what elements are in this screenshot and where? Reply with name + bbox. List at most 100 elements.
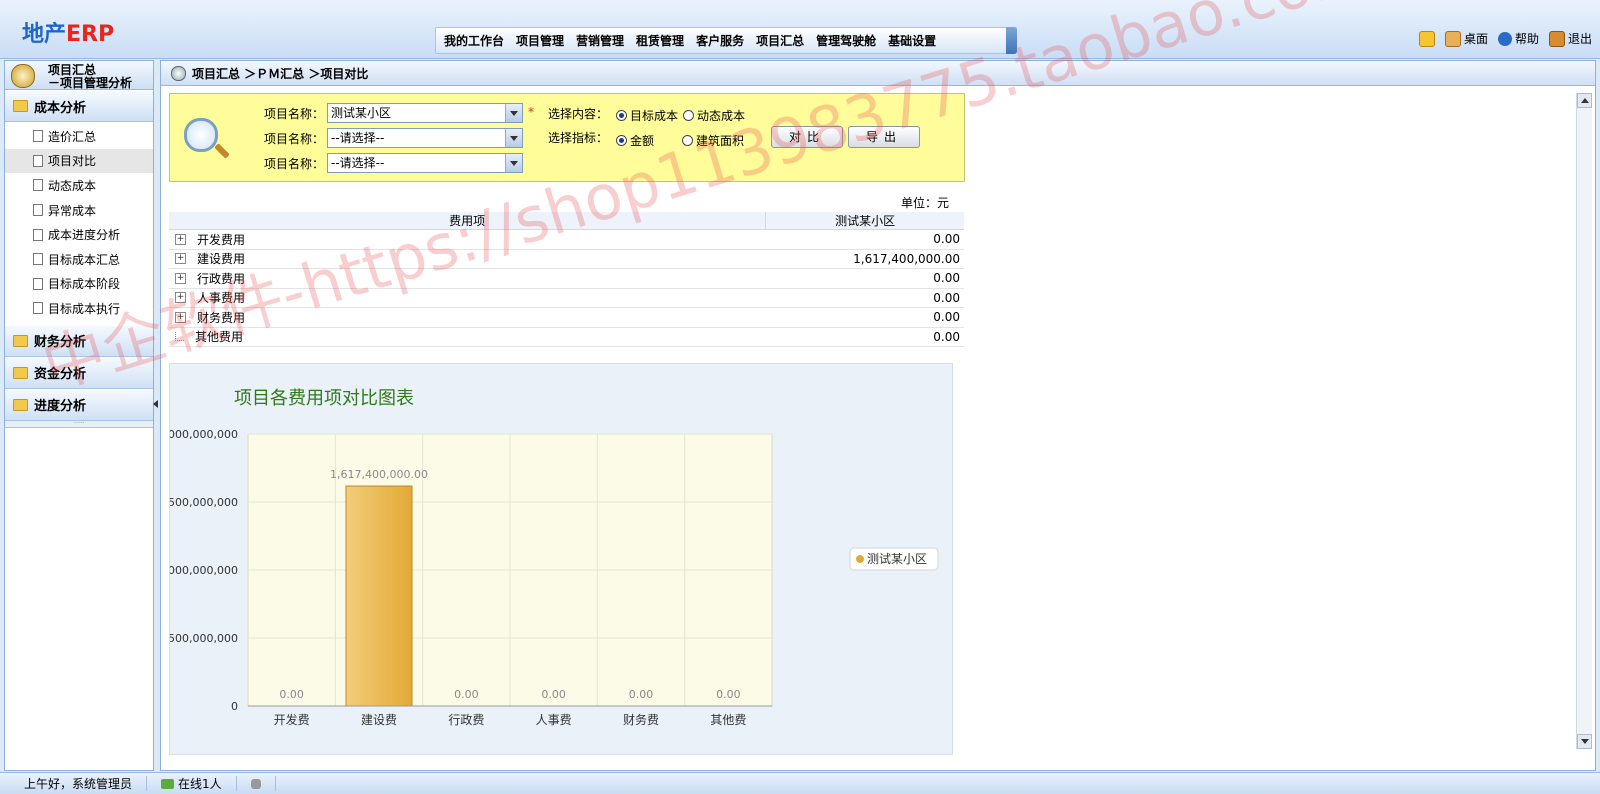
y-tick-label: 1,500,000,000 [170,496,238,509]
y-tick-label: 0 [231,700,238,713]
sidebar-item-target-cost-execution[interactable]: 目标成本执行 [5,296,153,321]
sidebar: 项目汇总 －项目管理分析 成本分析 造价汇总 项目对比 动态成本 异常成本 成本… [4,60,154,771]
radio-dot-checked[interactable] [616,135,627,146]
filter-panel: 项目名称： 测试某小区 * 项目名称： --请选择-- 项目名称： --请选择-… [169,93,965,182]
x-tick-label: 开发费 [274,712,310,727]
radio-amount[interactable]: 金额 [616,132,654,149]
help-link[interactable]: 帮助 [1497,30,1539,47]
sidebar-group-progress-analysis[interactable]: 进度分析 [5,388,153,421]
help-icon [1497,31,1512,46]
sidebar-item-cost-progress[interactable]: 成本进度分析 [5,222,153,247]
scroll-up-icon[interactable] [1577,93,1592,108]
main-menu: 我的工作台 项目管理 营销管理 租赁管理 客户服务 项目汇总 管理驾驶舱 基础设… [435,27,1017,54]
chevron-down-icon[interactable] [505,104,522,122]
document-icon [33,179,43,192]
home-icon [1444,30,1461,47]
top-links: 桌面 帮助 退出 [1418,30,1592,47]
sidebar-group-finance-analysis[interactable]: 财务分析 [5,324,153,357]
data-label: 0.00 [541,688,566,701]
project2-label: 项目名称： [264,132,325,146]
sidebar-resize-grip[interactable]: ······ [5,420,153,428]
column-header-project: 测试某小区 [835,214,896,228]
collapse-sidebar-arrow-icon[interactable] [153,400,158,408]
chevron-down-icon[interactable] [505,154,522,172]
menu-item-marketing[interactable]: 营销管理 [576,32,624,49]
data-label: 0.00 [716,688,741,701]
menu-item-leasing[interactable]: 租赁管理 [636,32,684,49]
desktop-link[interactable]: 桌面 [1444,30,1488,47]
logout-link[interactable]: 退出 [1548,30,1592,47]
sidebar-group-fund-analysis[interactable]: 资金分析 [5,356,153,389]
legend-label: 测试某小区 [867,551,927,566]
magnifier-handle [214,143,230,159]
expand-plus-icon[interactable]: + [175,272,186,284]
content-label: 选择内容： [548,107,609,121]
scroll-down-icon[interactable] [1577,734,1592,749]
menu-item-customer-service[interactable]: 客户服务 [696,32,744,49]
table-row: + 建设费用 1,617,400,000.00 [169,250,964,269]
radio-building-area[interactable]: 建筑面积 [682,132,744,149]
sidebar-item-project-compare[interactable]: 项目对比 [5,148,153,174]
x-tick-label: 人事费 [536,713,572,727]
module-badge-icon [11,64,35,88]
sidebar-item-target-cost-summary[interactable]: 目标成本汇总 [5,247,153,272]
breadcrumb: 项目汇总 ＞ＰＭ汇总 ＞项目对比 [161,61,1595,86]
expand-plus-icon[interactable]: + [175,253,186,265]
search-magnifier-icon [184,118,218,152]
radio-dot[interactable] [682,135,693,146]
menu-item-workbench[interactable]: 我的工作台 [444,32,504,49]
expand-plus-icon[interactable]: + [175,233,186,245]
column-header-cost-item: 费用项 [169,212,767,229]
expand-plus-icon[interactable]: + [175,292,186,304]
unit-label: 单位：元 [901,196,950,210]
cost-table: 费用项 测试某小区 + 开发费用 0.00 + 建设费用 1,617,400,000.0… [169,212,964,347]
sidebar-item-cost-summary[interactable]: 造价汇总 [5,124,153,149]
project1-select[interactable]: 测试某小区 [327,103,523,123]
sound-toggle[interactable] [237,776,276,791]
table-row: + 财务费用 0.00 [169,308,964,328]
compare-button[interactable]: 对比 [771,126,843,148]
speaker-icon [250,778,261,789]
radio-dot[interactable] [683,110,694,121]
sidebar-item-dynamic-cost[interactable]: 动态成本 [5,173,153,198]
x-tick-label: 财务费 [623,712,659,727]
document-icon [33,228,43,241]
radio-target-cost[interactable]: 目标成本 [616,107,678,124]
top-bar: 地产ERP 我的工作台 项目管理 营销管理 租赁管理 客户服务 项目汇总 管理驾… [0,0,1600,59]
table-row: 其他费用 0.00 [169,328,964,347]
main-panel: 项目汇总 ＞ＰＭ汇总 ＞项目对比 项目名称： 测试某小区 * 项目名称： --请… [160,60,1596,771]
table-header: 费用项 测试某小区 [169,212,964,230]
logout-icon [1548,30,1565,47]
document-icon [33,154,43,167]
sidebar-group-cost-analysis[interactable]: 成本分析 [5,90,153,122]
export-button[interactable]: 导出 [848,126,920,148]
required-mark: * [528,105,534,119]
project3-label: 项目名称： [264,157,325,171]
data-label: 0.00 [279,688,304,701]
sidebar-item-abnormal-cost[interactable]: 异常成本 [5,198,153,223]
data-label: 0.00 [629,688,654,701]
menu-item-cockpit[interactable]: 管理驾驶舱 [816,32,876,49]
project2-select[interactable]: --请选择-- [327,128,523,148]
favorite-button[interactable] [1418,30,1435,47]
chevron-down-icon[interactable] [505,129,522,147]
vertical-scrollbar[interactable] [1576,93,1592,749]
y-tick-label: 500,000,000 [170,632,238,645]
sidebar-item-target-cost-stage[interactable]: 目标成本阶段 [5,272,153,297]
x-tick-label: 建设费 [361,713,397,727]
folder-icon [13,366,28,379]
chat-icon [161,778,175,789]
status-bar: 上午好，系统管理员 在线1人 [0,772,1600,794]
radio-dot-checked[interactable] [616,110,627,121]
menu-item-project-summary[interactable]: 项目汇总 [756,32,804,49]
radio-dynamic-cost[interactable]: 动态成本 [683,107,745,124]
indicator-label: 选择指标： [548,131,609,145]
project3-select[interactable]: --请选择-- [327,153,523,173]
expand-plus-icon[interactable]: + [175,311,186,323]
legend-marker [856,555,864,563]
menu-item-project-management[interactable]: 项目管理 [516,32,564,49]
online-users[interactable]: 在线1人 [147,776,237,791]
document-icon [33,277,43,290]
chart-panel: 项目各费用项对比图表 0500,000,0001,000,000,0001,50… [169,363,953,755]
menu-item-basic-settings[interactable]: 基础设置 [888,32,936,49]
